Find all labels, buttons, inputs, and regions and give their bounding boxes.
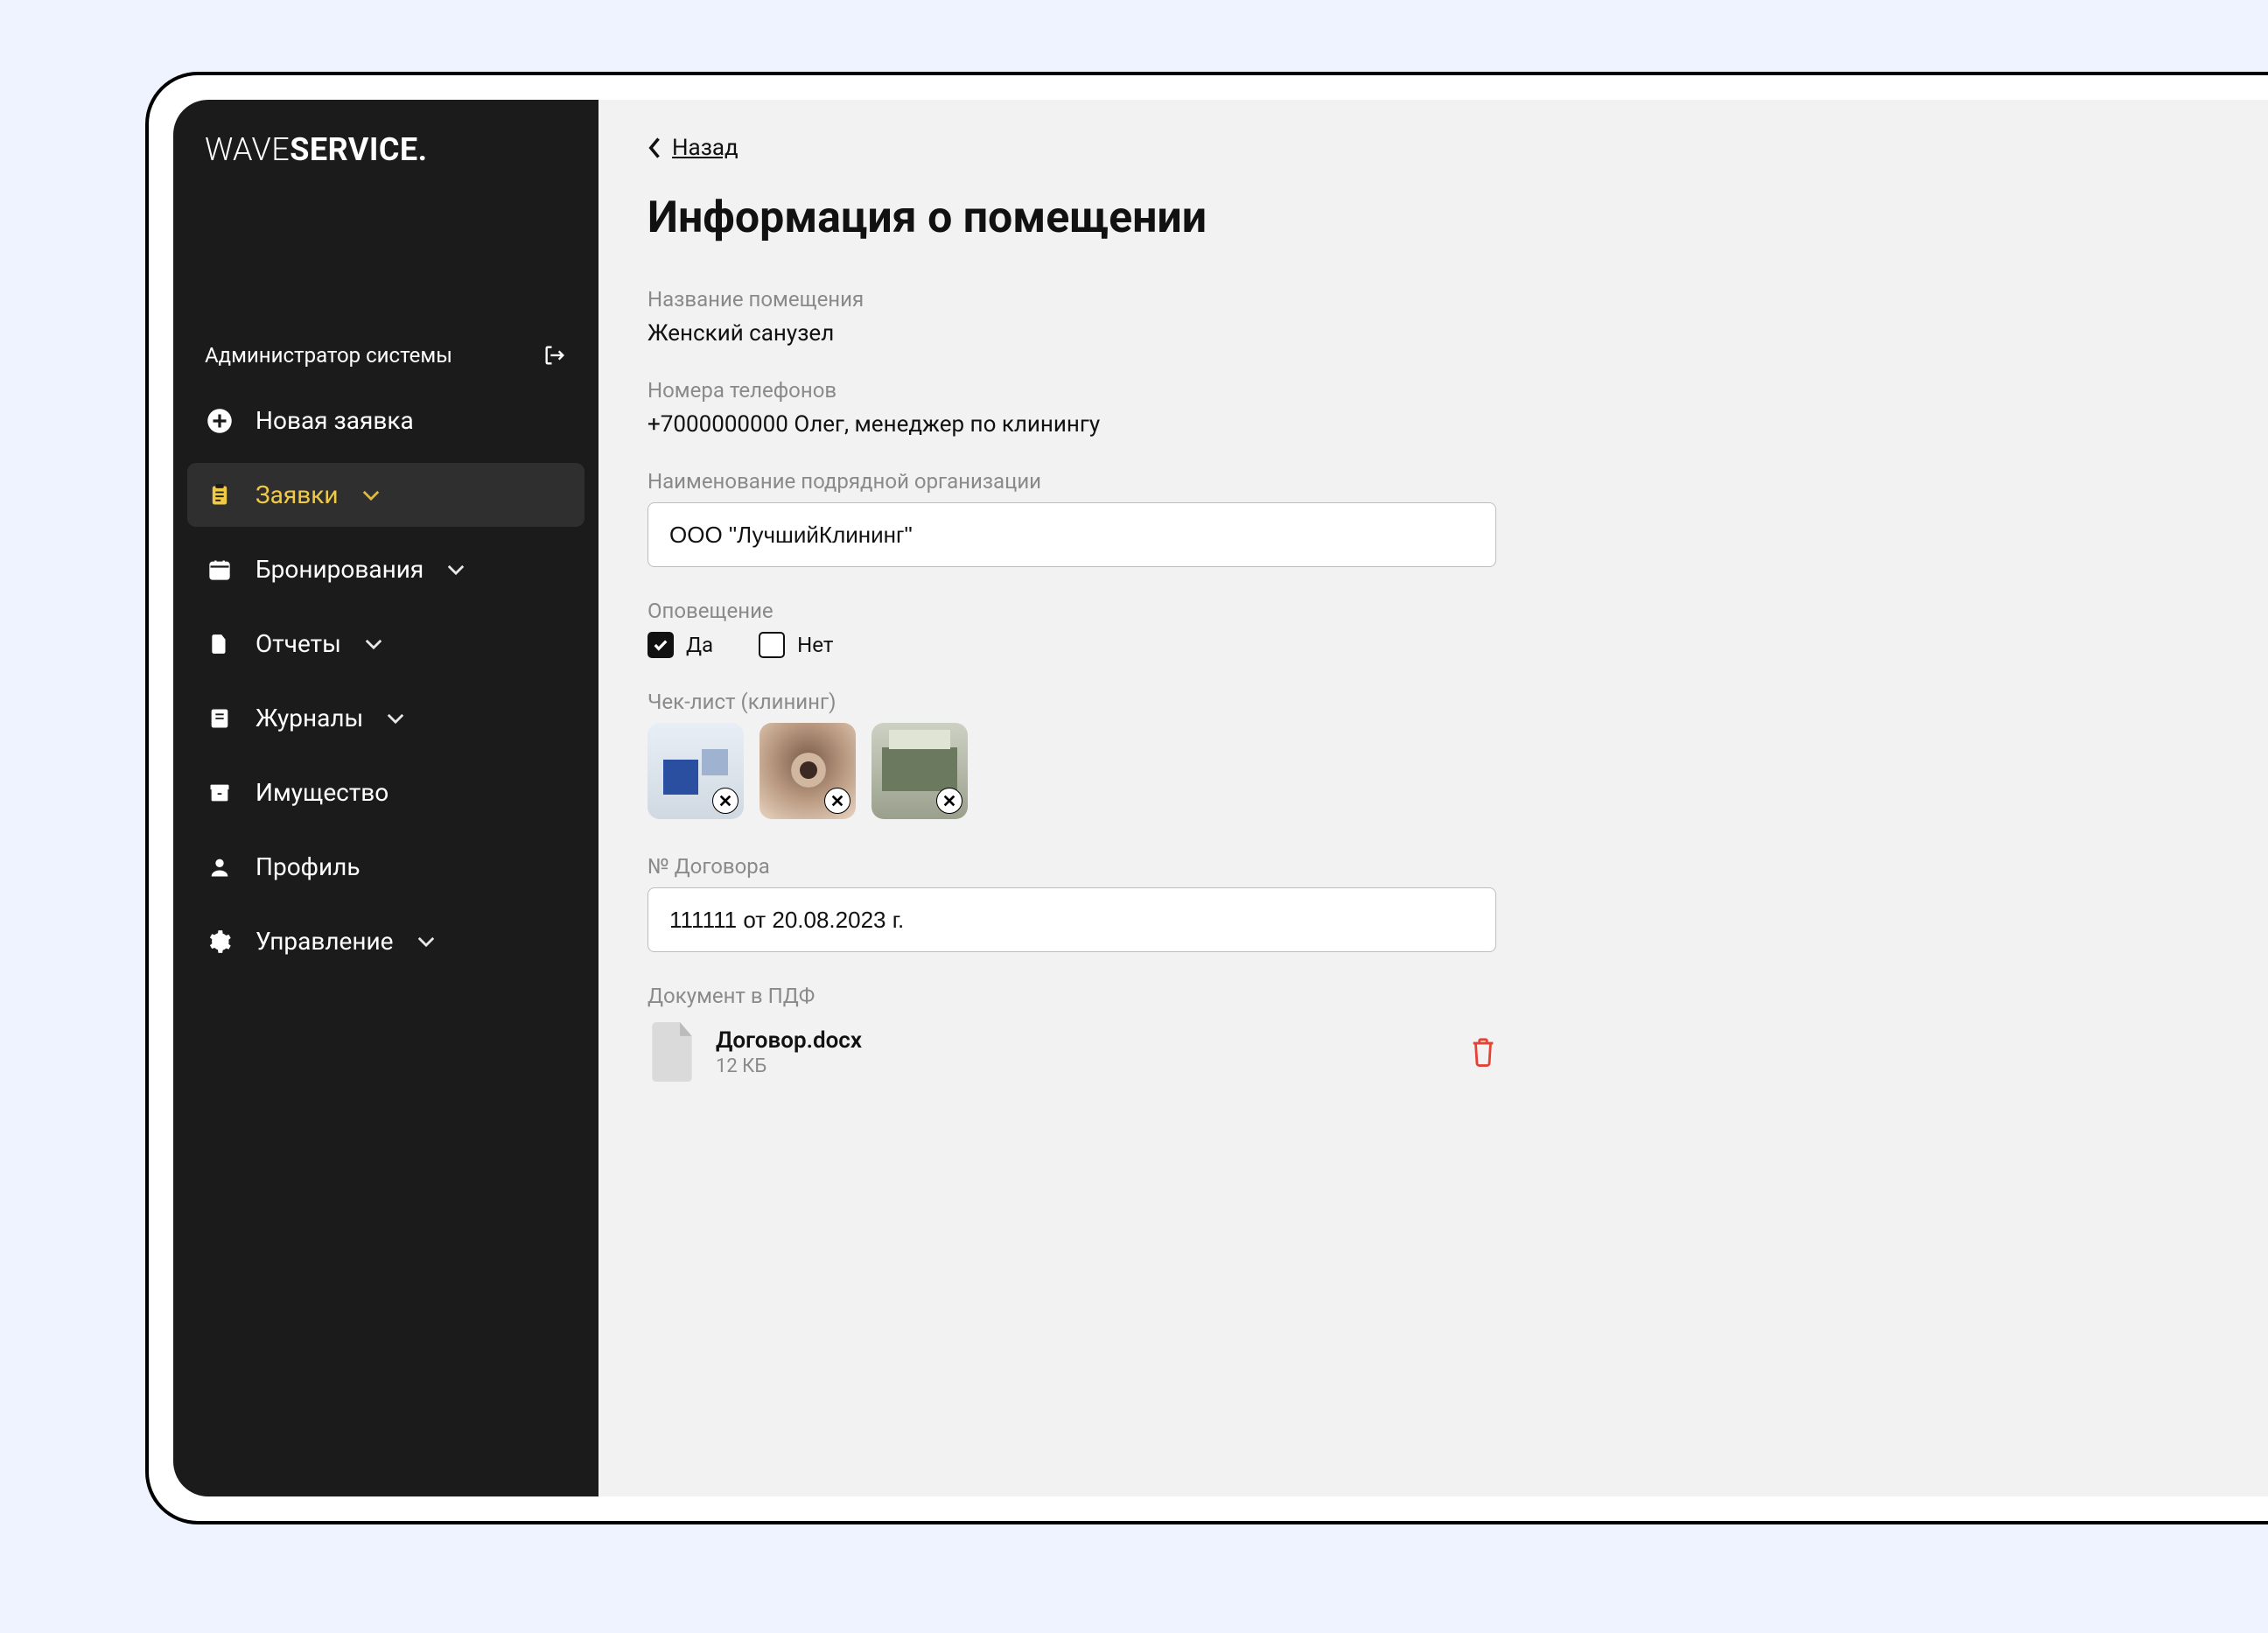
nav-item-plus[interactable]: Новая заявка	[187, 389, 584, 452]
file-icon	[648, 1022, 696, 1082]
file-delete-button[interactable]	[1470, 1037, 1496, 1067]
brand-thin: WAVE	[205, 131, 290, 168]
notify-no-label: Нет	[797, 633, 833, 657]
sidebar-spacer	[173, 186, 598, 329]
device-frame: WAVESERVICE. Администратор системы Новая…	[145, 72, 2268, 1524]
checklist-thumb[interactable]	[872, 723, 968, 819]
contract-no-input[interactable]	[648, 887, 1496, 952]
person-icon	[206, 854, 233, 880]
nav-item-file[interactable]: Отчеты	[187, 612, 584, 676]
nav-item-calendar[interactable]: Бронирования	[187, 537, 584, 601]
nav-item-label: Новая заявка	[256, 406, 414, 435]
checkbox-no	[759, 632, 785, 658]
calendar-icon	[206, 557, 233, 583]
label-pdf-doc: Документ в ПДФ	[648, 984, 2219, 1008]
nav-item-archive[interactable]: Имущество	[187, 760, 584, 824]
role-label: Администратор системы	[205, 343, 452, 368]
notify-yes[interactable]: Да	[648, 632, 713, 658]
checklist-thumb[interactable]	[760, 723, 856, 819]
value-phones: +7000000000 Олег, менеджер по клинингу	[648, 411, 2219, 438]
checkbox-yes	[648, 632, 674, 658]
brand-logo: WAVESERVICE.	[173, 131, 598, 186]
nav-item-gear[interactable]: Управление	[187, 909, 584, 973]
page-background: WAVESERVICE. Администратор системы Новая…	[0, 0, 2268, 1633]
close-icon	[942, 794, 956, 808]
notify-yes-label: Да	[686, 633, 713, 657]
file-name: Договор.docx	[716, 1027, 1451, 1054]
thumb-remove-button[interactable]	[712, 788, 738, 814]
main-content: Назад Информация о помещении Название по…	[598, 100, 2268, 1496]
nav-item-person[interactable]: Профиль	[187, 835, 584, 899]
label-contract-no: № Договора	[648, 854, 2219, 879]
thumb-remove-button[interactable]	[936, 788, 962, 814]
sidebar: WAVESERVICE. Администратор системы Новая…	[173, 100, 598, 1496]
app-shell: WAVESERVICE. Администратор системы Новая…	[173, 100, 2268, 1496]
chevron-down-icon	[446, 560, 466, 579]
nav-item-label: Профиль	[256, 852, 360, 881]
contractor-input[interactable]	[648, 502, 1496, 567]
plus-icon	[206, 408, 233, 434]
back-label: Назад	[672, 135, 738, 161]
checklist-thumbs	[648, 723, 2219, 819]
back-link[interactable]: Назад	[648, 135, 738, 161]
label-room-name: Название помещения	[648, 287, 2219, 312]
checklist-thumb[interactable]	[648, 723, 744, 819]
label-contractor: Наименование подрядной организации	[648, 469, 2219, 494]
thumb-remove-button[interactable]	[824, 788, 850, 814]
nav-item-label: Заявки	[256, 480, 339, 509]
nav-item-label: Отчеты	[256, 629, 341, 658]
nav-item-label: Журналы	[256, 704, 363, 732]
clipboard-icon	[206, 482, 233, 508]
gear-icon	[206, 929, 233, 955]
chevron-down-icon	[386, 709, 405, 728]
logout-button[interactable]	[542, 343, 567, 368]
close-icon	[718, 794, 732, 808]
nav-item-journal[interactable]: Журналы	[187, 686, 584, 750]
nav-item-label: Управление	[256, 927, 394, 956]
sidebar-nav: Новая заявка Заявки Бронирования Отчеты Журн…	[173, 389, 598, 984]
nav-item-label: Имущество	[256, 778, 388, 807]
nav-item-label: Бронирования	[256, 555, 424, 584]
check-icon	[652, 636, 669, 654]
trash-icon	[1470, 1037, 1496, 1067]
close-icon	[830, 794, 844, 808]
chevron-left-icon	[648, 136, 663, 160]
archive-icon	[206, 780, 233, 806]
chevron-down-icon	[416, 932, 436, 951]
label-notify: Оповещение	[648, 599, 2219, 623]
notify-group: Да Нет	[648, 632, 2219, 658]
file-row: Договор.docx 12 КБ	[648, 1017, 1496, 1087]
notify-no[interactable]: Нет	[759, 632, 833, 658]
file-size: 12 КБ	[716, 1055, 1451, 1077]
brand-bold: SERVICE.	[290, 131, 427, 168]
role-row: Администратор системы	[173, 329, 598, 389]
file-text: Договор.docx 12 КБ	[716, 1027, 1451, 1077]
journal-icon	[206, 705, 233, 732]
label-phones: Номера телефонов	[648, 378, 2219, 403]
chevron-down-icon	[364, 634, 383, 654]
value-room-name: Женский санузел	[648, 320, 2219, 347]
label-checklist: Чек-лист (клининг)	[648, 690, 2219, 714]
nav-item-clipboard[interactable]: Заявки	[187, 463, 584, 527]
chevron-down-icon	[361, 486, 381, 505]
logout-icon	[542, 343, 567, 368]
page-title: Информация о помещении	[648, 193, 2219, 243]
file-icon	[206, 631, 233, 657]
